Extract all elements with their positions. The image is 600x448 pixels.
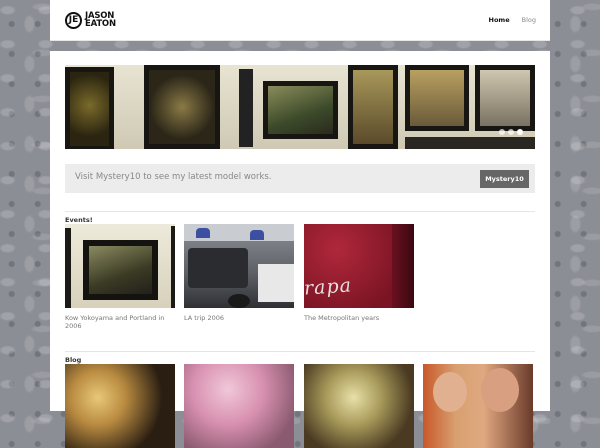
hero-slider[interactable] — [65, 65, 535, 149]
slider-frame — [348, 65, 398, 149]
blog-section-header: Blog — [65, 347, 535, 364]
slider-frame — [144, 65, 220, 149]
blog-title: Blog — [65, 356, 88, 364]
event-thumbnail[interactable]: rapa — [304, 224, 414, 308]
slider-frame — [239, 69, 253, 147]
event-caption[interactable]: Kow Yokoyama and Portland in 2006 — [65, 314, 175, 330]
slider-frame — [65, 67, 114, 149]
events-title: Events! — [65, 216, 99, 224]
event-card[interactable]: rapa The Metropolitan years — [304, 224, 414, 322]
mystery10-button[interactable]: Mystery10 — [480, 170, 529, 188]
slider-dot[interactable] — [508, 129, 514, 135]
event-card[interactable]: Kow Yokoyama and Portland in 2006 — [65, 224, 175, 330]
slider-frame — [405, 137, 535, 149]
nav-item-blog[interactable]: Blog — [522, 16, 536, 24]
event-caption[interactable]: The Metropolitan years — [304, 314, 414, 322]
divider — [65, 211, 535, 212]
site-header: JE JASON EATON Home Blog — [50, 0, 550, 41]
events-section-header: Events! — [65, 207, 535, 224]
promo-text: Visit Mystery10 to see my latest model w… — [75, 172, 272, 182]
blog-thumbnail[interactable] — [65, 364, 175, 448]
event-thumbnail[interactable] — [184, 224, 294, 308]
slider-frame — [475, 65, 535, 131]
event-thumbnail[interactable] — [65, 224, 175, 308]
blog-card[interactable] — [65, 364, 175, 448]
logo-mark: JE — [65, 11, 82, 29]
blog-thumbnail[interactable] — [423, 364, 533, 448]
event-caption[interactable]: LA trip 2006 — [184, 314, 294, 322]
slider-frame — [263, 81, 338, 139]
blog-thumbnail[interactable] — [184, 364, 294, 448]
slider-dots — [499, 129, 523, 135]
slider-dot[interactable] — [517, 129, 523, 135]
blog-card[interactable] — [304, 364, 414, 448]
blog-card[interactable] — [184, 364, 294, 448]
logo-wordmark: JASON EATON — [85, 11, 116, 29]
main-content: Visit Mystery10 to see my latest model w… — [50, 51, 550, 448]
divider — [65, 351, 535, 352]
nav-item-home[interactable]: Home — [489, 16, 510, 24]
blog-thumbnail[interactable] — [304, 364, 414, 448]
event-card[interactable]: LA trip 2006 — [184, 224, 294, 322]
logo-line2: EATON — [85, 19, 116, 29]
promo-banner: Visit Mystery10 to see my latest model w… — [65, 164, 535, 193]
main-nav: Home Blog — [489, 16, 536, 24]
slider-frame — [405, 65, 469, 131]
site-logo[interactable]: JE JASON EATON — [65, 9, 116, 31]
slider-dot[interactable] — [499, 129, 505, 135]
blog-card[interactable] — [423, 364, 533, 448]
